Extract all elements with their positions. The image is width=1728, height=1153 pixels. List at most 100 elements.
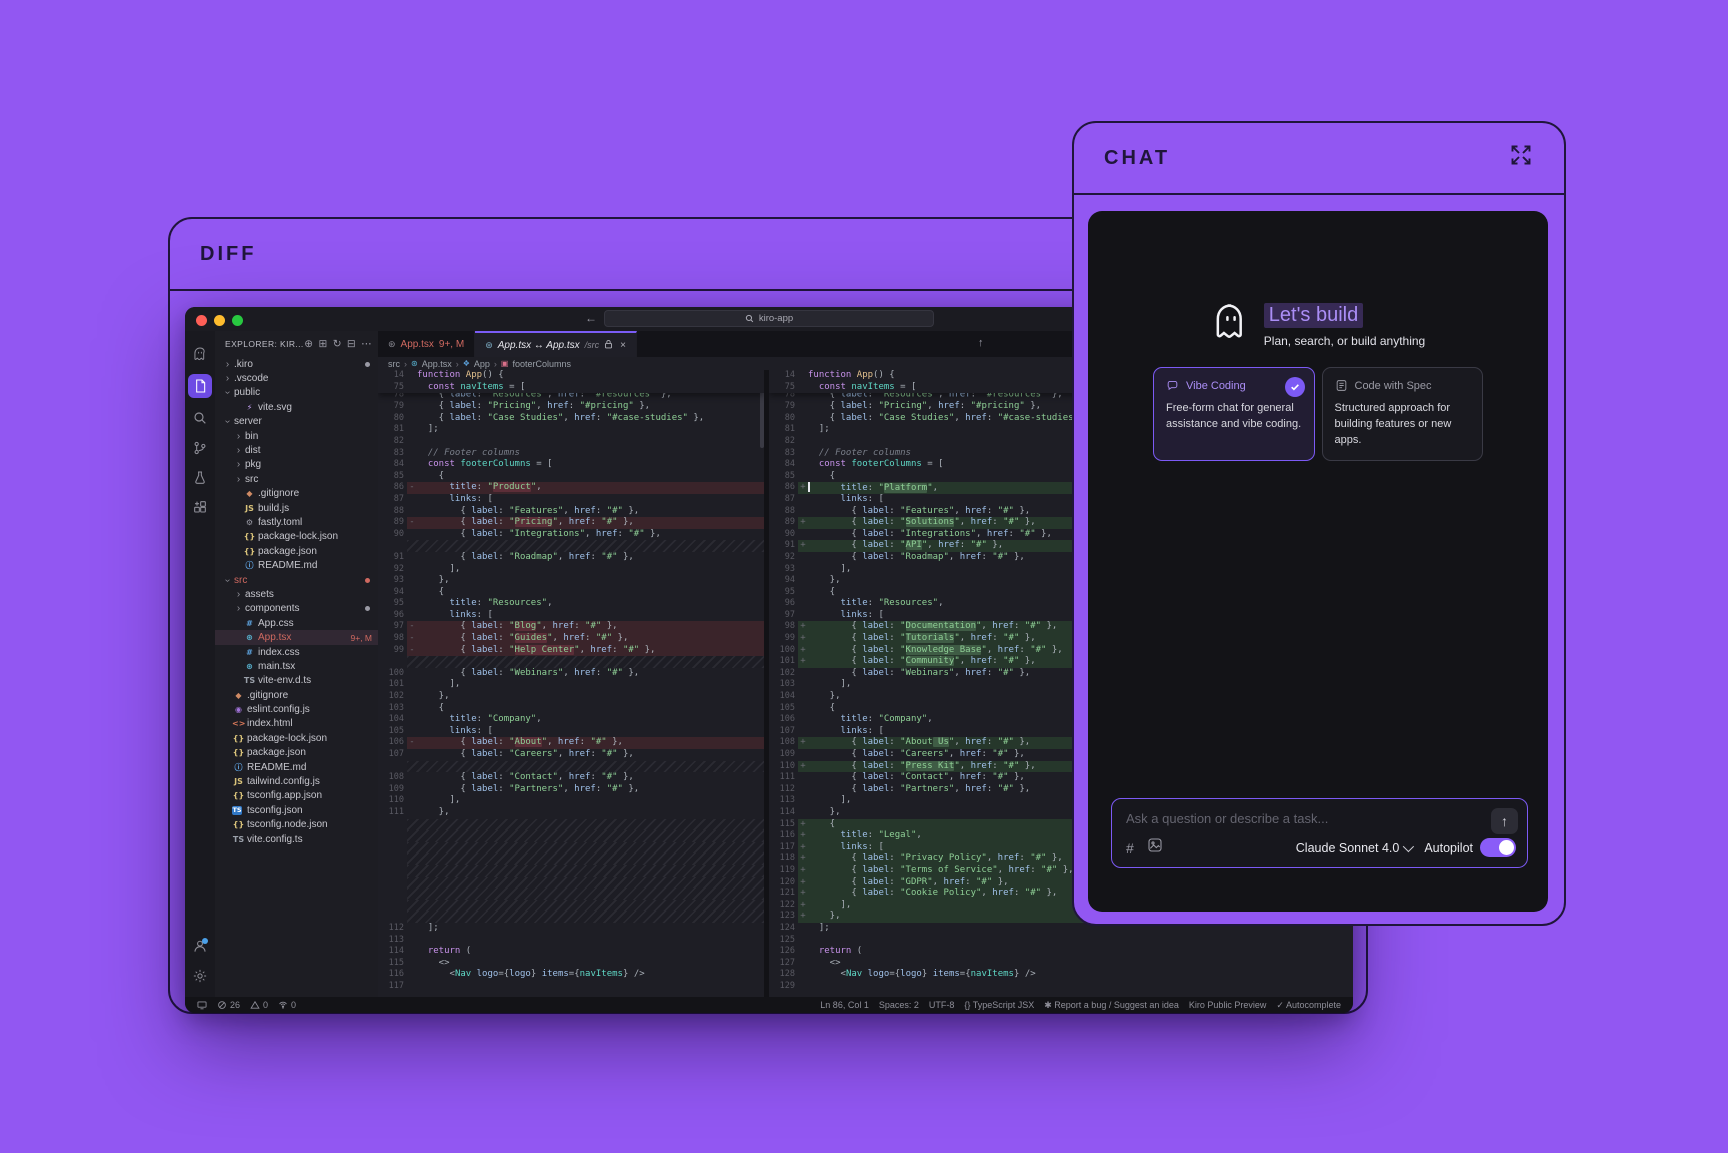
kiro-ghost-icon[interactable] [185, 339, 215, 369]
diff-line[interactable]: 127 <> [769, 958, 1353, 970]
diff-line[interactable]: 111 }, [378, 807, 764, 819]
diff-line[interactable]: 129 [769, 981, 1353, 993]
diff-line[interactable]: 117 [378, 981, 764, 993]
diff-line[interactable]: 110 ], [378, 795, 764, 807]
diff-line[interactable]: 82 [378, 436, 764, 448]
tree-item[interactable]: ›#App.css [215, 616, 378, 630]
tree-item[interactable]: ›server [215, 415, 378, 429]
settings-gear-icon[interactable] [185, 961, 215, 991]
tree-item[interactable]: ›◉eslint.config.js [215, 702, 378, 716]
diff-line[interactable]: 105 links: [ [378, 726, 764, 738]
diff-line[interactable]: 92 ], [378, 564, 764, 576]
diff-line[interactable]: 108 { label: "Contact", href: "#" }, [378, 772, 764, 784]
status-item[interactable]: {} TypeScript JSX [964, 1000, 1034, 1010]
diff-line[interactable] [378, 656, 764, 668]
diff-line[interactable]: 125 [769, 935, 1353, 947]
status-item[interactable]: ✱ Report a bug / Suggest an idea [1044, 1000, 1179, 1011]
diff-line[interactable]: 79 { label: "Pricing", href: "#pricing" … [378, 401, 764, 413]
chat-input-box[interactable]: Ask a question or describe a task... ↑ #… [1111, 798, 1528, 868]
diff-line[interactable]: 80 { label: "Case Studies", href: "#case… [378, 413, 764, 425]
tree-item[interactable]: ›components [215, 602, 378, 616]
diff-line[interactable]: 109 { label: "Partners", href: "#" }, [378, 784, 764, 796]
status-item[interactable]: Ln 86, Col 1 [820, 1000, 869, 1010]
close-tab-icon[interactable]: × [620, 340, 626, 351]
tree-item[interactable]: ›src [215, 573, 378, 587]
diff-line[interactable] [378, 865, 764, 877]
remote-window-icon[interactable] [197, 1000, 207, 1010]
diff-line[interactable]: 14function App() { [378, 370, 764, 382]
open-changes-icon[interactable]: ↑ [978, 337, 984, 349]
tree-item[interactable]: ›⚡vite.svg [215, 400, 378, 414]
diff-line[interactable]: 114 return ( [378, 946, 764, 958]
diff-line[interactable]: 107 { label: "Careers", href: "#" }, [378, 749, 764, 761]
tree-item[interactable]: ›.kiro [215, 357, 378, 371]
diff-line[interactable]: 115 <> [378, 958, 764, 970]
source-control-icon[interactable] [185, 433, 215, 463]
tree-item[interactable]: ›#index.css [215, 645, 378, 659]
more-icon[interactable]: ⋯ [361, 338, 372, 350]
diff-line[interactable]: 128 <Nav logo={logo} items={navItems} /> [769, 969, 1353, 981]
extensions-icon[interactable] [185, 493, 215, 523]
diff-line[interactable]: 89- { label: "Pricing", href: "#" }, [378, 517, 764, 529]
tree-item[interactable]: ›⚙fastly.toml [215, 515, 378, 529]
diff-line[interactable] [378, 540, 764, 552]
card-vibe-coding[interactable]: Vibe Coding Free-form chat for general a… [1153, 367, 1315, 461]
new-folder-icon[interactable]: ⊞ [318, 338, 327, 350]
diff-line[interactable]: 96 links: [ [378, 610, 764, 622]
tree-item[interactable]: ›{}tsconfig.app.json [215, 789, 378, 803]
tree-item[interactable]: ›dist [215, 443, 378, 457]
new-file-icon[interactable]: ⊕ [304, 338, 313, 350]
diff-line[interactable] [378, 842, 764, 854]
diff-line[interactable]: 104 title: "Company", [378, 714, 764, 726]
tree-item[interactable]: ›{}package.json [215, 746, 378, 760]
diff-line[interactable]: 93 }, [378, 575, 764, 587]
problems-errors[interactable]: 26 [217, 1000, 240, 1010]
diff-line[interactable]: 99- { label: "Help Center", href: "#" }, [378, 645, 764, 657]
diff-line[interactable]: 98- { label: "Guides", href: "#" }, [378, 633, 764, 645]
tree-item[interactable]: ›{}package.json [215, 544, 378, 558]
explorer-icon[interactable] [185, 369, 215, 403]
diff-line[interactable]: 126 return ( [769, 946, 1353, 958]
diff-line[interactable]: 86- title: "Product", [378, 482, 764, 494]
tree-item[interactable]: ›<>index.html [215, 717, 378, 731]
close-window-icon[interactable] [196, 315, 207, 326]
attach-image-icon[interactable] [1147, 837, 1163, 858]
diff-line[interactable]: 97- { label: "Blog", href: "#" }, [378, 621, 764, 633]
diff-line[interactable] [378, 853, 764, 865]
search-icon[interactable] [185, 403, 215, 433]
autopilot-toggle[interactable] [1480, 838, 1516, 857]
tab-app-tsx-diff[interactable]: ⊛ App.tsx ↔ App.tsx /src × [475, 331, 637, 357]
diff-line[interactable]: 106- { label: "About", href: "#" }, [378, 737, 764, 749]
diff-line[interactable]: 101 ], [378, 679, 764, 691]
diff-line[interactable]: 81 ]; [378, 424, 764, 436]
diff-line[interactable]: 90 { label: "Integrations", href: "#" }, [378, 529, 764, 541]
diff-line[interactable]: 88 { label: "Features", href: "#" }, [378, 506, 764, 518]
tree-item[interactable]: ›public [215, 386, 378, 400]
diff-line[interactable]: 102 }, [378, 691, 764, 703]
context-hash-icon[interactable]: # [1126, 840, 1134, 856]
expand-icon[interactable] [1508, 142, 1534, 174]
tree-item[interactable]: ›JStailwind.config.js [215, 774, 378, 788]
tree-item[interactable]: ›bin [215, 429, 378, 443]
traffic-lights[interactable] [196, 313, 243, 331]
diff-line[interactable]: 87 links: [ [378, 494, 764, 506]
status-item[interactable]: Spaces: 2 [879, 1000, 919, 1010]
collapse-icon[interactable]: ⊟ [347, 338, 356, 350]
tree-item[interactable]: ›TStsconfig.json [215, 803, 378, 817]
tree-item[interactable]: ›{}tsconfig.node.json [215, 818, 378, 832]
ports-broadcast-icon[interactable]: 0 [278, 1000, 296, 1010]
diff-line[interactable]: 75 const navItems = [ [378, 382, 764, 394]
tree-item[interactable]: ›TSvite.config.ts [215, 832, 378, 846]
tree-item[interactable]: ›{}package-lock.json [215, 530, 378, 544]
diff-line[interactable]: 113 [378, 935, 764, 947]
tree-item[interactable]: ›TSvite-env.d.ts [215, 674, 378, 688]
problems-warnings[interactable]: 0 [250, 1000, 268, 1010]
minimize-window-icon[interactable] [214, 315, 225, 326]
zoom-window-icon[interactable] [232, 315, 243, 326]
tree-item[interactable]: ›.vscode [215, 371, 378, 385]
diff-line[interactable]: 112 ]; [378, 923, 764, 935]
diff-line[interactable]: 116 <Nav logo={logo} items={navItems} /> [378, 969, 764, 981]
refresh-icon[interactable]: ↻ [333, 338, 342, 350]
tree-item[interactable]: ›JSbuild.js [215, 501, 378, 515]
tree-item[interactable]: ›src [215, 472, 378, 486]
